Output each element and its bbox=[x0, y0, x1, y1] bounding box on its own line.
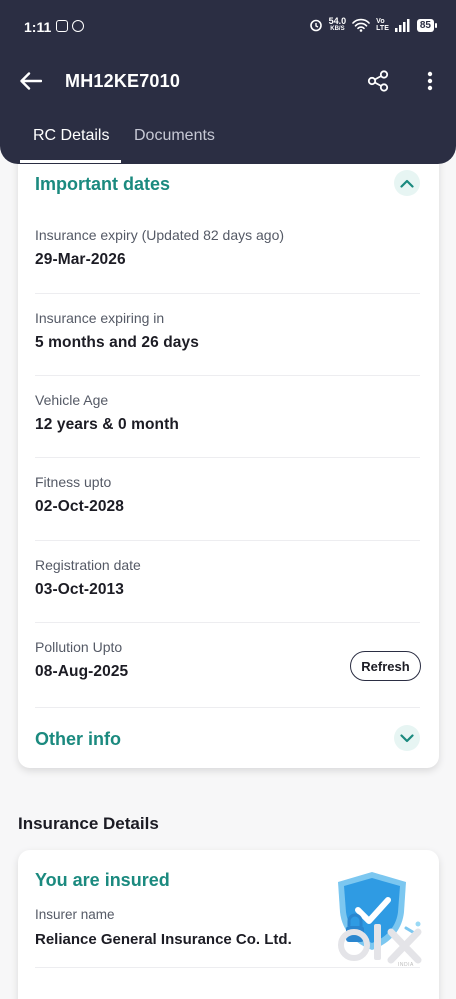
pollution-upto-label: Pollution Upto bbox=[35, 639, 123, 655]
insurance-expiring-in-row: Insurance expiring in 5 months and 26 da… bbox=[35, 310, 420, 392]
insurance-expiry-label: Insurance expiry (Updated 82 days ago) bbox=[35, 227, 285, 243]
chevron-up-icon bbox=[400, 179, 414, 188]
status-time: 1:11 bbox=[24, 19, 52, 35]
fitness-upto-value: 02-Oct-2028 bbox=[35, 498, 124, 515]
olx-watermark-sub: INDIA bbox=[398, 962, 414, 968]
divider bbox=[35, 375, 420, 376]
insurance-status: You are insured bbox=[35, 870, 170, 890]
volte-bottom: LTE bbox=[376, 25, 389, 32]
insurer-name-label: Insurer name bbox=[35, 907, 115, 922]
alarm-icon bbox=[309, 19, 322, 32]
tab-documents[interactable]: Documents bbox=[134, 127, 215, 145]
volte-indicator: Vo LTE bbox=[376, 18, 389, 32]
battery-level: 85 bbox=[416, 18, 438, 32]
insurer-name-value: Reliance General Insurance Co. Ltd. bbox=[35, 931, 292, 948]
status-bar: 1:11 54.0 KB/S Vo LTE 85 bbox=[0, 0, 456, 56]
insurance-expiry-row: Insurance expiry (Updated 82 days ago) 2… bbox=[35, 227, 420, 309]
other-info-heading[interactable]: Other info bbox=[35, 729, 121, 750]
rc-details-card: Important dates Insurance expiry (Update… bbox=[18, 150, 439, 768]
share-button[interactable] bbox=[363, 66, 393, 96]
vehicle-age-value: 12 years & 0 month bbox=[35, 416, 179, 433]
share-icon bbox=[367, 70, 389, 92]
active-tab-indicator bbox=[20, 160, 121, 163]
registration-date-value: 03-Oct-2013 bbox=[35, 581, 124, 598]
divider bbox=[35, 293, 420, 294]
net-speed-value: 54.0 bbox=[328, 16, 347, 26]
registration-date-row: Registration date 03-Oct-2013 bbox=[35, 557, 420, 639]
insurance-expiry-value: 29-Mar-2026 bbox=[35, 251, 126, 268]
arrow-left-icon bbox=[20, 72, 42, 90]
refresh-pollution-button[interactable]: Refresh bbox=[350, 651, 421, 681]
app-header: 1:11 54.0 KB/S Vo LTE 85 MH12KE7010 RC D… bbox=[0, 0, 456, 164]
more-options-button[interactable] bbox=[415, 66, 445, 96]
net-speed-unit: KB/S bbox=[330, 26, 345, 32]
whatsapp-icon bbox=[72, 20, 84, 32]
vehicle-age-label: Vehicle Age bbox=[35, 392, 109, 408]
collapse-important-dates-button[interactable] bbox=[394, 170, 420, 196]
notification-icons bbox=[56, 20, 84, 32]
page-title: MH12KE7010 bbox=[65, 71, 181, 91]
divider bbox=[35, 707, 420, 708]
net-speed: 54.0 KB/S bbox=[329, 17, 347, 33]
registration-date-label: Registration date bbox=[35, 557, 141, 573]
wifi-icon bbox=[352, 18, 370, 32]
divider bbox=[35, 622, 420, 623]
insurance-expiring-in-label: Insurance expiring in bbox=[35, 310, 165, 326]
divider bbox=[35, 540, 420, 541]
tab-rc-details[interactable]: RC Details bbox=[33, 127, 109, 145]
insurance-details-title: Insurance Details bbox=[18, 814, 159, 833]
fitness-upto-row: Fitness upto 02-Oct-2028 bbox=[35, 474, 420, 556]
back-button[interactable] bbox=[16, 66, 46, 96]
fitness-upto-label: Fitness upto bbox=[35, 474, 112, 490]
divider bbox=[35, 457, 420, 458]
signal-icon bbox=[394, 18, 410, 32]
chevron-down-icon bbox=[400, 733, 414, 742]
important-dates-heading[interactable]: Important dates bbox=[35, 174, 170, 195]
olx-watermark-logo bbox=[338, 924, 422, 964]
more-vertical-icon bbox=[427, 71, 433, 91]
vehicle-age-row: Vehicle Age 12 years & 0 month bbox=[35, 392, 420, 474]
instagram-icon bbox=[56, 20, 68, 32]
volte-top: Vo bbox=[376, 18, 385, 25]
insurance-expiring-in-value: 5 months and 26 days bbox=[35, 334, 199, 351]
pollution-upto-value: 08-Aug-2025 bbox=[35, 663, 129, 680]
status-right-group: 54.0 KB/S Vo LTE 85 bbox=[309, 17, 438, 33]
app-bar: MH12KE7010 bbox=[0, 56, 456, 106]
expand-other-info-button[interactable] bbox=[394, 725, 420, 751]
tab-bar: RC Details Documents bbox=[0, 112, 456, 164]
